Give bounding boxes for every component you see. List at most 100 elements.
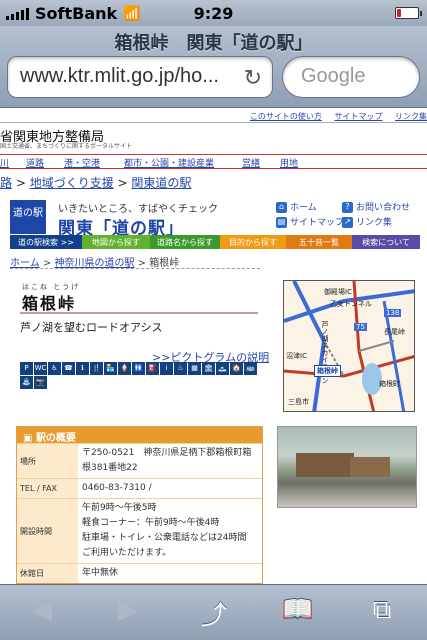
- top-link-sitemap[interactable]: サイトマップ: [334, 112, 382, 121]
- forward-button[interactable]: ▶: [106, 595, 150, 631]
- browser-chrome: 箱根峠 関東「道の駅」 www.ktr.mlit.go.jp/ho... ↻ G…: [0, 26, 427, 108]
- cat-link-river[interactable]: 川: [0, 155, 18, 169]
- back-button[interactable]: ◀: [20, 595, 64, 631]
- pictogram-icon: ℹ: [76, 362, 89, 375]
- sitemap-icon: ▤: [276, 217, 287, 228]
- pictogram-icon: 🏛: [202, 362, 215, 375]
- row-key: 休館日: [17, 564, 78, 583]
- menu-bar: 道の駅検索 >> 地図から探す 道路名から探す 目的から探す 五十音一覧 検索に…: [10, 235, 420, 249]
- row-value: 午前9時〜午後5時 軽食コーナー：午前9時〜午後4時 駐車場・トイレ・公衆電話などは…: [82, 503, 247, 558]
- site-tagline: いきたいところ、すばやくチェック: [58, 204, 218, 215]
- row-key: 場所: [17, 444, 78, 478]
- menu-road-name[interactable]: 道路名から探す: [150, 235, 220, 249]
- divider: [20, 312, 258, 314]
- link-icon: ↗: [342, 217, 353, 228]
- cat-link-road[interactable]: 道路: [26, 155, 56, 169]
- breadcrumb-top: 路 > 地域づくり支援 > 関東道の駅: [0, 176, 192, 190]
- route-badge: 138: [384, 309, 402, 317]
- links-link[interactable]: ↗ リンク集: [342, 215, 392, 228]
- bookmarks-button[interactable]: 📖: [276, 595, 320, 631]
- menu-syllabary[interactable]: 五十音一覧: [286, 235, 352, 249]
- photo-building: [296, 453, 354, 477]
- menu-about-search[interactable]: 検索について: [352, 235, 420, 249]
- table-row: 開設時間 午前9時〜午後5時 軽食コーナー：午前9時〜午後4時 駐車場・トイレ・公衆…: [17, 498, 262, 563]
- overview-header: ▣ 駅の概要: [17, 427, 262, 444]
- top-link-usage[interactable]: このサイトの使い方: [250, 112, 322, 121]
- cat-link-building[interactable]: 営繕: [242, 155, 268, 169]
- crumb-regional[interactable]: 地域づくり支援: [30, 176, 114, 190]
- category-nav: 川 道路 港・空港 都市・公園・建設産業 営繕 用地: [0, 154, 427, 169]
- map-label: 長尾峠: [384, 328, 405, 336]
- pictogram-icon: 🚌: [244, 362, 257, 375]
- tabs-button[interactable]: ⧉: [360, 595, 404, 631]
- crumb-kanto-roadside[interactable]: 関東道の駅: [131, 176, 191, 190]
- pictogram-icon: ♨: [174, 362, 187, 375]
- table-row: TEL / FAX 0460-83-7310 /: [17, 478, 262, 498]
- battery-icon: [395, 7, 422, 19]
- pictogram-icon: ▦: [188, 362, 201, 375]
- contact-link[interactable]: ? お問い合わせ: [342, 200, 410, 213]
- row-value: 〒250-0521 神奈川県足柄下郡箱根町箱 根381番地22: [82, 448, 252, 473]
- pictogram-icon: 🍦: [118, 362, 131, 375]
- page-title: 箱根峠 関東「道の駅」: [114, 33, 313, 54]
- divider: [10, 268, 260, 269]
- roadside-station-logo[interactable]: 道の駅: [10, 200, 46, 234]
- crumb-road[interactable]: 路: [0, 176, 12, 190]
- menu-search[interactable]: 道の駅検索 >>: [10, 235, 82, 249]
- breadcrumb: ホーム > 神奈川県の道の駅 > 箱根峠: [10, 258, 180, 269]
- map-label: 三島市: [288, 398, 309, 406]
- station-photo: [277, 426, 417, 508]
- location-map[interactable]: 御殿場IC 乙女トンネル 138 75 芦ノ湖スカイライン 箱根峠 長尾峠 箱根…: [283, 280, 415, 412]
- home-icon: ⌂: [276, 202, 287, 213]
- pictogram-icon: ☎: [62, 362, 75, 375]
- status-time: 9:29: [193, 4, 234, 23]
- table-row: 場所 〒250-0521 神奈川県足柄下郡箱根町箱 根381番地22: [17, 443, 262, 478]
- pictogram-icon: ♿: [48, 362, 61, 375]
- pictogram-icon: 🏠: [230, 362, 243, 375]
- row-value: 0460-83-7310 /: [82, 483, 152, 493]
- url-field[interactable]: www.ktr.mlit.go.jp/ho... ↻: [7, 56, 273, 98]
- cat-link-port[interactable]: 港・空港: [64, 155, 114, 169]
- browser-toolbar: ◀ ▶ ⤴ 📖 ⧉: [0, 584, 427, 640]
- station-catchphrase: 芦ノ湖を望むロードオアシス: [20, 321, 163, 334]
- map-label: 乙女トンネル: [330, 300, 372, 308]
- table-row: 休館日 年中無休: [17, 563, 262, 583]
- reload-icon[interactable]: ↻: [244, 65, 262, 91]
- photo-building: [350, 457, 390, 477]
- menu-purpose[interactable]: 目的から探す: [220, 235, 286, 249]
- top-link-links[interactable]: リンク集: [395, 112, 427, 121]
- route-badge: 75: [354, 323, 367, 331]
- pictogram-icon: P: [20, 362, 33, 375]
- home-link[interactable]: ⌂ ホーム: [276, 200, 317, 213]
- pictogram-icon: 🚻: [132, 362, 145, 375]
- map-label: 箱根町: [379, 380, 400, 388]
- divider: [0, 122, 427, 123]
- row-key: 開設時間: [17, 499, 78, 563]
- pictogram-icon: WC: [34, 362, 47, 375]
- pictogram-icon: 🍴: [90, 362, 103, 375]
- pictogram-icon: 🗻: [216, 362, 229, 375]
- map-label: 御殿場IC: [324, 288, 352, 296]
- pictogram-row: P WC ♿ ☎ ℹ 🍴 🏪 🍦 🚻 ⛽ i ♨ ▦ 🏛 🗻 🏠 🚌 ⛲ 📷: [20, 362, 264, 389]
- pictogram-icon: 🏪: [104, 362, 117, 375]
- status-bar: SoftBank 📶 9:29: [0, 0, 427, 26]
- map-station-marker: 箱根峠: [314, 365, 341, 377]
- top-links: このサイトの使い方 サイトマップ リンク集: [240, 111, 427, 122]
- cat-link-land[interactable]: 用地: [280, 155, 306, 169]
- pictogram-icon: i: [160, 362, 173, 375]
- pictogram-icon: ⛲: [20, 376, 33, 389]
- search-input[interactable]: Google: [282, 56, 420, 98]
- help-icon: ?: [342, 202, 353, 213]
- row-value: 年中無休: [82, 568, 119, 578]
- pictogram-icon: 📷: [34, 376, 47, 389]
- row-key: TEL / FAX: [17, 479, 78, 498]
- overview-table: ▣ 駅の概要 場所 〒250-0521 神奈川県足柄下郡箱根町箱 根381番地22…: [16, 426, 263, 584]
- cat-link-city[interactable]: 都市・公園・建設産業: [124, 155, 234, 169]
- bureau-subtitle: 国土交通省、まちづくりに関するポータルサイト: [0, 143, 133, 150]
- share-button[interactable]: ⤴: [192, 595, 236, 631]
- pictogram-icon: ⛽: [146, 362, 159, 375]
- station-name: 箱根峠: [22, 294, 77, 313]
- map-label: 沼津IC: [286, 352, 307, 360]
- menu-map[interactable]: 地図から探す: [82, 235, 150, 249]
- sitemap-link[interactable]: ▤ サイトマップ: [276, 215, 344, 228]
